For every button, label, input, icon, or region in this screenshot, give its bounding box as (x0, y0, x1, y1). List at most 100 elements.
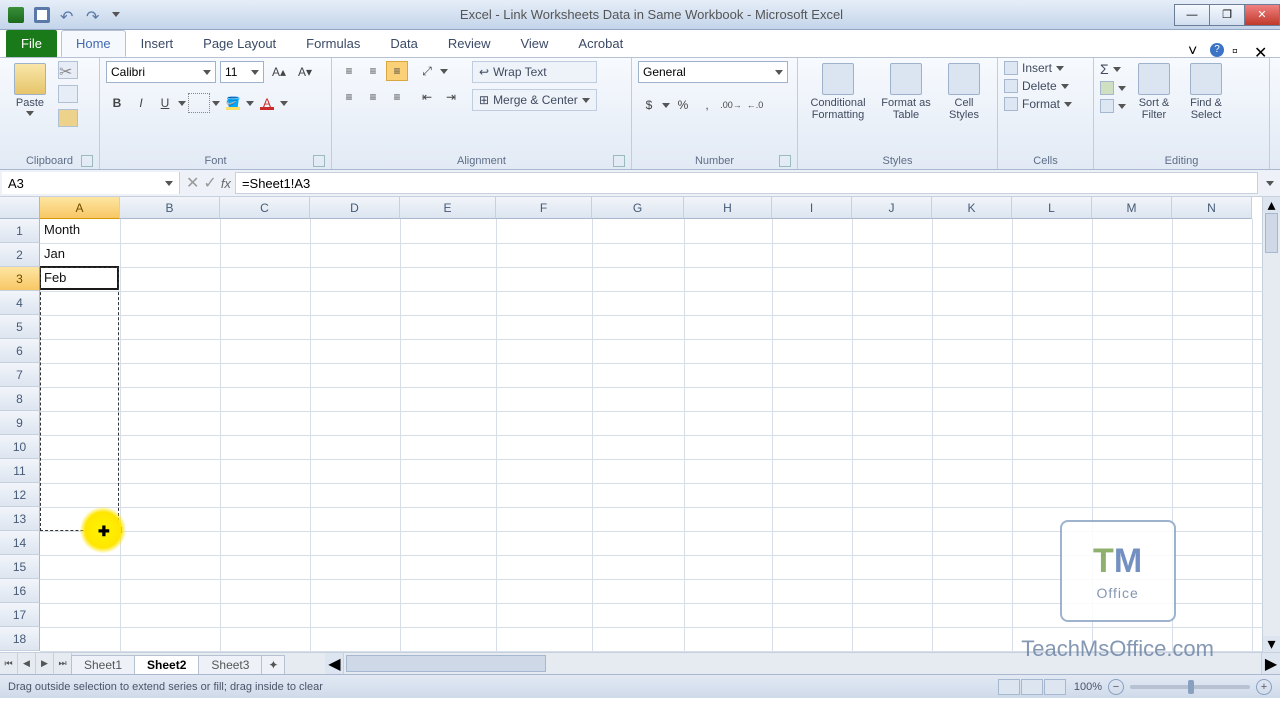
tab-view[interactable]: View (505, 30, 563, 57)
alignment-launcher-icon[interactable] (613, 155, 625, 167)
row-header[interactable]: 16 (0, 579, 40, 603)
undo-icon[interactable]: ↶ (60, 7, 76, 23)
fx-icon[interactable]: fx (221, 176, 231, 191)
font-name-combo[interactable]: Calibri (106, 61, 216, 83)
row-header[interactable]: 9 (0, 411, 40, 435)
row-header[interactable]: 2 (0, 243, 40, 267)
cells-area[interactable]: MonthJanFeb✚ (40, 219, 1262, 652)
paste-dropdown-icon[interactable] (26, 111, 34, 116)
format-cells-button[interactable]: Format (1004, 97, 1072, 111)
column-header[interactable]: K (932, 197, 1012, 219)
border-button[interactable] (188, 93, 210, 113)
column-header[interactable]: E (400, 197, 496, 219)
fill-color-button[interactable]: 🪣 (222, 93, 244, 113)
cell[interactable]: Month (40, 219, 120, 240)
scroll-right-icon[interactable]: ▶ (1262, 653, 1280, 674)
horizontal-scrollbar[interactable]: ◀ ▶ (325, 653, 1280, 674)
formula-input[interactable]: =Sheet1!A3 (235, 172, 1258, 194)
wrap-text-button[interactable]: ↩Wrap Text (472, 61, 597, 83)
save-icon[interactable] (34, 7, 50, 23)
font-color-button[interactable]: A (256, 93, 278, 113)
tab-page-layout[interactable]: Page Layout (188, 30, 291, 57)
format-as-table-button[interactable]: Format as Table (876, 61, 936, 123)
sheet-nav-prev-icon[interactable]: ◀ (18, 653, 36, 674)
tab-file[interactable]: File (6, 30, 57, 57)
row-header[interactable]: 6 (0, 339, 40, 363)
redo-icon[interactable]: ↷ (86, 7, 102, 23)
row-header[interactable]: 13 (0, 507, 40, 531)
accounting-dropdown-icon[interactable] (662, 103, 670, 108)
number-launcher-icon[interactable] (779, 155, 791, 167)
align-top-icon[interactable]: ≡ (338, 61, 360, 81)
window-restore-icon[interactable]: ▫ (1232, 43, 1246, 57)
row-headers[interactable]: 123456789101112131415161718 (0, 219, 40, 652)
clipboard-launcher-icon[interactable] (81, 155, 93, 167)
column-header[interactable]: N (1172, 197, 1252, 219)
tab-review[interactable]: Review (433, 30, 506, 57)
vertical-scrollbar[interactable]: ▴ ▾ (1262, 197, 1280, 652)
sheet-tab[interactable]: Sheet3 (198, 655, 262, 674)
cell[interactable]: Jan (40, 243, 120, 264)
scroll-thumb[interactable] (1265, 213, 1278, 253)
new-sheet-button[interactable]: ✦ (261, 655, 285, 674)
minimize-button[interactable]: — (1174, 4, 1210, 26)
tab-formulas[interactable]: Formulas (291, 30, 375, 57)
close-button[interactable]: ✕ (1244, 4, 1280, 26)
underline-dropdown-icon[interactable] (178, 101, 186, 106)
row-header[interactable]: 3 (0, 267, 40, 291)
increase-decimal-icon[interactable]: .00→ (720, 95, 742, 115)
sheet-nav-next-icon[interactable]: ▶ (36, 653, 54, 674)
scroll-left-icon[interactable]: ◀ (325, 653, 343, 674)
maximize-button[interactable]: ❐ (1209, 4, 1245, 26)
scroll-up-icon[interactable]: ▴ (1263, 197, 1280, 213)
font-color-dropdown-icon[interactable] (280, 101, 288, 106)
orientation-dropdown-icon[interactable] (440, 69, 448, 74)
column-header[interactable]: F (496, 197, 592, 219)
decrease-decimal-icon[interactable]: ←.0 (744, 95, 766, 115)
find-select-button[interactable]: Find & Select (1182, 61, 1230, 123)
row-header[interactable]: 1 (0, 219, 40, 243)
expand-formula-bar-icon[interactable] (1260, 170, 1280, 196)
cell-styles-button[interactable]: Cell Styles (940, 61, 988, 123)
row-header[interactable]: 11 (0, 459, 40, 483)
align-center-icon[interactable]: ≡ (362, 87, 384, 107)
qat-customize-icon[interactable] (112, 12, 120, 17)
name-box[interactable]: A3 (2, 172, 180, 194)
decrease-font-icon[interactable]: A▾ (294, 62, 316, 82)
row-header[interactable]: 18 (0, 627, 40, 651)
increase-indent-icon[interactable]: ⇥ (440, 87, 462, 107)
delete-cells-button[interactable]: Delete (1004, 79, 1072, 93)
column-header[interactable]: J (852, 197, 932, 219)
sheet-nav-first-icon[interactable]: ⏮ (0, 653, 18, 674)
zoom-out-button[interactable]: − (1108, 679, 1124, 695)
align-bottom-icon[interactable]: ≡ (386, 61, 408, 81)
close-workbook-icon[interactable]: ✕ (1254, 43, 1268, 57)
tab-insert[interactable]: Insert (126, 30, 189, 57)
column-header[interactable]: I (772, 197, 852, 219)
insert-cells-button[interactable]: Insert (1004, 61, 1072, 75)
column-headers[interactable]: ABCDEFGHIJKLMN (40, 197, 1252, 219)
normal-view-button[interactable] (998, 679, 1020, 695)
column-header[interactable]: C (220, 197, 310, 219)
italic-button[interactable]: I (130, 93, 152, 113)
align-left-icon[interactable]: ≡ (338, 87, 360, 107)
zoom-level[interactable]: 100% (1074, 681, 1102, 693)
accounting-format-button[interactable]: $ (638, 95, 660, 115)
merge-center-button[interactable]: ⊞Merge & Center (472, 89, 597, 111)
fill-button[interactable] (1100, 81, 1126, 95)
fill-color-dropdown-icon[interactable] (246, 101, 254, 106)
scroll-down-icon[interactable]: ▾ (1263, 636, 1280, 652)
clear-button[interactable] (1100, 99, 1126, 113)
column-header[interactable]: H (684, 197, 772, 219)
comma-format-button[interactable]: , (696, 95, 718, 115)
column-header[interactable]: A (40, 197, 120, 219)
row-header[interactable]: 8 (0, 387, 40, 411)
tab-data[interactable]: Data (375, 30, 432, 57)
row-header[interactable]: 10 (0, 435, 40, 459)
column-header[interactable]: M (1092, 197, 1172, 219)
row-header[interactable]: 7 (0, 363, 40, 387)
select-all-corner[interactable] (0, 197, 40, 219)
row-header[interactable]: 12 (0, 483, 40, 507)
page-break-view-button[interactable] (1044, 679, 1066, 695)
percent-format-button[interactable]: % (672, 95, 694, 115)
